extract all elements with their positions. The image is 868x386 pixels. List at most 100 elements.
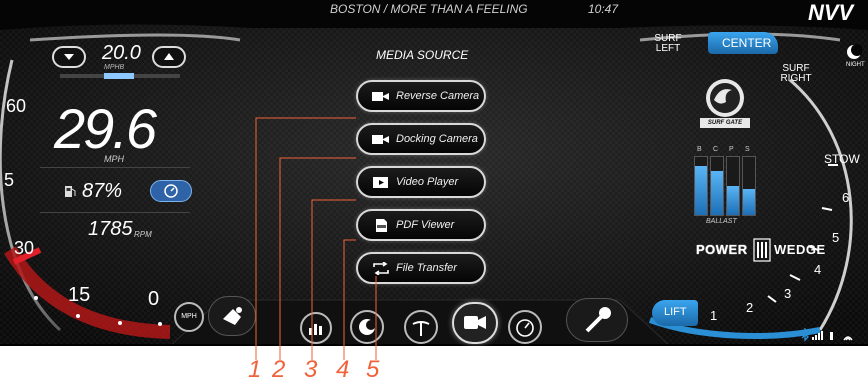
trip-gauge-button[interactable] [150, 180, 192, 202]
media-docking-camera-button[interactable]: Docking Camera [356, 123, 486, 155]
ballast-widget[interactable]: B C P S BALLAST [690, 146, 760, 230]
surf-gate-logo-text: SURF GATE [700, 118, 750, 128]
video-camera-icon [372, 92, 389, 101]
power-wedge-logo: POWER WEDGE [696, 238, 830, 262]
ballast-tank-label: C [713, 146, 719, 153]
night-mode-label: NIGHT [846, 62, 865, 68]
media-pdf-viewer-button[interactable]: PDF Viewer [356, 209, 486, 241]
dial-tick-0: 0 [148, 288, 160, 310]
wave-icon [359, 319, 376, 335]
cruise-level-marker [104, 73, 134, 79]
surf-left-button[interactable]: SURF LEFT [648, 34, 688, 62]
signal-strength-icon [812, 331, 823, 340]
media-file-transfer-button[interactable]: File Transfer [356, 252, 486, 284]
cruise-increase-button[interactable] [152, 46, 186, 68]
speed-unit-toggle[interactable]: MPH [174, 302, 204, 332]
dial-tick-30: 30 [14, 238, 35, 258]
surf-center-button[interactable]: CENTER [708, 32, 778, 54]
ballast-tank-fill [727, 186, 739, 215]
boat-icon [223, 307, 242, 325]
bluetooth-icon [801, 328, 809, 342]
media-item-label: PDF Viewer [396, 219, 455, 231]
ballast-tank-fill [711, 171, 723, 215]
rpm-readout: 1785 [88, 218, 133, 240]
wedge-scale-6: 6 [842, 190, 850, 205]
callout-3: 3 [304, 356, 318, 383]
nav-tower-button[interactable] [404, 310, 438, 344]
media-video-player-button[interactable]: Video Player [356, 166, 486, 198]
callout-4: 4 [336, 356, 350, 383]
divider [40, 212, 190, 213]
ballast-tank-p [726, 156, 740, 216]
surf-left-label: SURF LEFT [654, 33, 682, 54]
media-item-label: File Transfer [396, 262, 457, 274]
ballast-tank-label: S [745, 146, 750, 153]
nav-media-button[interactable] [452, 302, 498, 344]
media-item-label: Video Player [396, 176, 459, 188]
ballast-tank-b [694, 156, 708, 216]
wakeboard-icon [585, 307, 611, 333]
cruise-decrease-button[interactable] [52, 46, 86, 68]
speedometer-icon [516, 319, 534, 337]
cruise-set-speed: 20.0 [102, 42, 141, 64]
lift-label: LIFT [664, 306, 687, 318]
wedge-scale-3: 3 [784, 286, 792, 301]
night-mode-button[interactable]: NIGHT [846, 44, 868, 76]
ballast-tank-c [710, 156, 724, 216]
moon-icon [847, 44, 863, 59]
rpm-unit: RPM [134, 230, 152, 239]
nav-gauges-button[interactable] [508, 310, 542, 344]
dial-tick-5: 5 [4, 170, 15, 190]
brand-logo-fragment: NVV [808, 0, 854, 25]
surf-gate-logo: SURF GATE [690, 76, 760, 132]
wedge-scale-2: 2 [746, 300, 754, 315]
dial-tick-15: 15 [68, 284, 91, 306]
nav-ballast-button[interactable] [300, 312, 332, 344]
ballast-tank-s [742, 156, 756, 216]
stow-label: STOW [824, 152, 860, 166]
chevron-down-icon [64, 54, 74, 60]
pdf-file-icon [376, 219, 387, 232]
wedge-scale-4: 4 [814, 262, 822, 277]
ballast-tank-label: P [729, 146, 734, 153]
surf-right-button[interactable]: SURF RIGHT [776, 64, 816, 92]
callout-5: 5 [366, 356, 380, 383]
wedge-scale-1: 1 [710, 308, 718, 323]
ballast-title: BALLAST [706, 218, 737, 225]
gauge-reset-icon [164, 184, 178, 198]
power-wedge-roman-three-icon [753, 238, 771, 262]
ballast-tank-fill [695, 166, 707, 215]
video-camera-icon [372, 135, 389, 144]
dial-tick-60: 60 [6, 96, 27, 116]
battery-icon [830, 332, 833, 340]
callout-1: 1 [248, 356, 262, 383]
media-source-title: MEDIA SOURCE [376, 48, 469, 62]
cruise-level-bar [60, 73, 180, 79]
wifi-icon [843, 336, 853, 341]
media-reverse-camera-button[interactable]: Reverse Camera [356, 80, 486, 112]
divider [40, 167, 190, 168]
surf-right-label: SURF RIGHT [780, 63, 812, 84]
now-playing-title: BOSTON / MORE THAN A FEELING [330, 2, 528, 16]
surf-gate-emblem-icon [706, 79, 744, 117]
wake-view-button[interactable] [566, 298, 628, 342]
boat-mode-button[interactable] [208, 296, 256, 336]
speed-unit-toggle-label: MPH [181, 313, 197, 320]
nav-surf-button[interactable] [350, 310, 384, 344]
tower-icon [412, 321, 430, 336]
chevron-up-icon [164, 53, 174, 60]
speed-readout: 29.6 [54, 97, 157, 160]
ballast-tank-label: B [697, 146, 702, 153]
status-bar-icons [801, 328, 853, 342]
power-wedge-logo-left: POWER [696, 242, 748, 257]
clock: 10:47 [588, 2, 619, 16]
play-icon [373, 177, 388, 188]
power-wedge-logo-right: WEDGE [774, 242, 826, 257]
video-camera-icon [464, 316, 486, 329]
bar-graph-icon [309, 324, 322, 335]
speed-unit: MPH [104, 154, 124, 164]
lift-button[interactable]: LIFT [652, 300, 698, 326]
fuel-level: 87% [82, 180, 123, 202]
wedge-scale-5: 5 [832, 230, 840, 245]
callout-2: 2 [272, 356, 286, 383]
